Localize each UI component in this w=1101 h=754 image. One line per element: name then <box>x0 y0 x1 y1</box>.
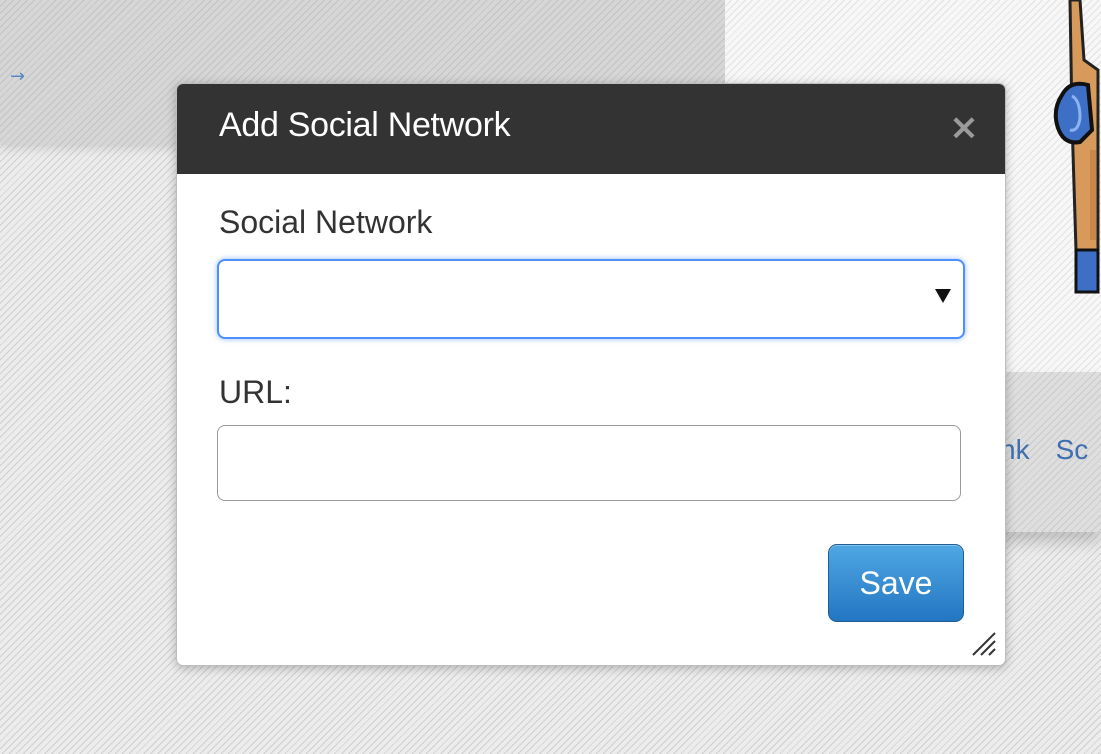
dialog-title: Add Social Network <box>219 106 511 144</box>
save-button[interactable]: Save <box>828 544 964 622</box>
social-network-select[interactable] <box>217 259 965 339</box>
dropdown-arrow-icon <box>935 289 951 303</box>
url-input[interactable] <box>217 425 961 501</box>
social-network-label: Social Network <box>219 204 433 240</box>
close-icon[interactable]: × <box>949 110 979 146</box>
mascot-illustration-icon <box>1053 0 1100 294</box>
background-links: nk Sc <box>1000 434 1101 466</box>
resize-grip-icon[interactable] <box>969 629 997 657</box>
background-link[interactable]: Sc <box>1056 434 1089 465</box>
arrow-icon: → <box>10 66 26 87</box>
url-label: URL: <box>219 374 292 410</box>
dialog-header: Add Social Network × <box>177 84 1005 174</box>
add-social-network-dialog: Add Social Network × Social Network URL:… <box>176 83 1006 666</box>
